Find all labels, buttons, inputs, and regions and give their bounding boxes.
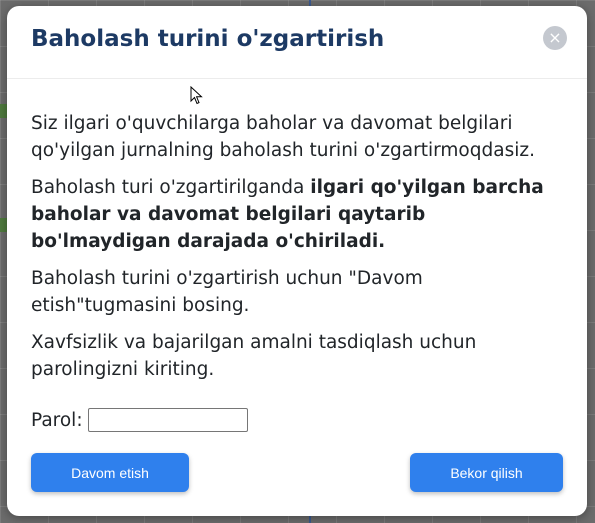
- warning-text: Siz ilgari o'quvchilarga baholar va davo…: [31, 113, 535, 161]
- deletion-warning-intro: Baholash turi o'zgartirilganda: [31, 177, 311, 198]
- mouse-pointer-icon: [190, 86, 203, 105]
- dialog-header: Baholash turini o'zgartirish ×: [7, 6, 587, 79]
- instruction-text: Baholash turini o'zgartirish uchun "Davo…: [31, 268, 423, 316]
- cancel-button[interactable]: Bekor qilish: [410, 453, 563, 492]
- close-icon: ×: [548, 28, 562, 47]
- background-grade-mark: [0, 104, 7, 118]
- deletion-warning-text: Baholash turi o'zgartirilganda ilgari qo…: [31, 174, 566, 255]
- continue-button[interactable]: Davom etish: [31, 453, 189, 492]
- dialog-body: Siz ilgari o'quvchilarga baholar va davo…: [31, 110, 566, 393]
- change-grading-type-dialog: Baholash turini o'zgartirish × Siz ilgar…: [7, 6, 587, 516]
- password-label: Parol:: [31, 409, 83, 431]
- password-input[interactable]: [87, 408, 248, 432]
- dialog-title: Baholash turini o'zgartirish: [31, 26, 385, 52]
- background-grade-mark: [0, 218, 7, 232]
- password-row: Parol:: [31, 406, 248, 434]
- password-instruction-text: Xavfsizlik va bajarilgan amalni tasdiqla…: [31, 332, 477, 380]
- close-button[interactable]: ×: [543, 26, 567, 50]
